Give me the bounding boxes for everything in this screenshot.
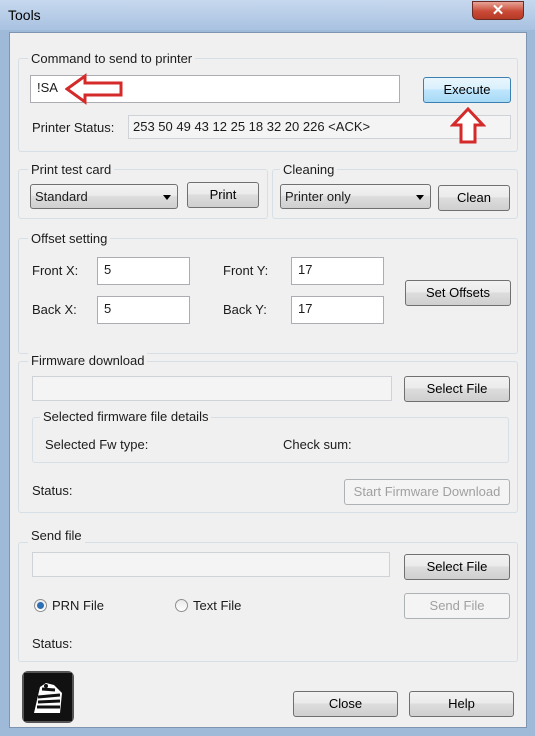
front-y-label: Front Y: <box>223 263 269 278</box>
window-title: Tools <box>8 7 41 23</box>
zebra-logo <box>22 671 74 723</box>
print-button[interactable]: Print <box>187 182 259 208</box>
offset-group-label: Offset setting <box>28 231 111 246</box>
firmware-select-file-button[interactable]: Select File <box>404 376 510 402</box>
firmware-details-label: Selected firmware file details <box>40 409 212 424</box>
text-file-label[interactable]: Text File <box>193 598 241 613</box>
close-icon: ✕ <box>491 2 505 19</box>
checksum-label: Check sum: <box>283 437 352 452</box>
back-x-label: Back X: <box>32 302 77 317</box>
help-button[interactable]: Help <box>409 691 514 717</box>
radio-selected-dot <box>37 602 44 609</box>
cleaning-select-value: Printer only <box>285 189 351 204</box>
firmware-path-input[interactable] <box>32 376 392 401</box>
send-file-group-label: Send file <box>28 528 85 543</box>
text-file-radio[interactable] <box>175 599 188 612</box>
tools-window: Tools ✕ Command to send to printer !SA E… <box>0 0 535 736</box>
clean-button[interactable]: Clean <box>438 185 510 211</box>
title-bar: Tools ✕ <box>0 0 535 30</box>
front-y-input[interactable]: 17 <box>291 257 384 285</box>
send-file-path-input[interactable] <box>32 552 390 577</box>
start-firmware-download-button[interactable]: Start Firmware Download <box>344 479 510 505</box>
arrow-up-icon <box>450 107 486 144</box>
cleaning-group-label: Cleaning <box>280 162 338 177</box>
send-file-status-label: Status: <box>32 636 73 651</box>
execute-button[interactable]: Execute <box>423 77 511 103</box>
front-x-label: Front X: <box>32 263 79 278</box>
test-card-select[interactable]: Standard <box>30 184 178 209</box>
back-y-input[interactable]: 17 <box>291 296 384 324</box>
prn-file-label[interactable]: PRN File <box>52 598 104 613</box>
window-close-button[interactable]: ✕ <box>472 1 524 20</box>
close-button[interactable]: Close <box>293 691 398 717</box>
chevron-down-icon <box>163 195 171 200</box>
firmware-status-label: Status: <box>32 483 73 498</box>
back-x-input[interactable]: 5 <box>97 296 190 324</box>
front-x-input[interactable]: 5 <box>97 257 190 285</box>
fw-type-label: Selected Fw type: <box>45 437 149 452</box>
arrow-left-icon <box>65 73 123 105</box>
dialog-client: Command to send to printer !SA Execute P… <box>9 32 527 728</box>
prn-file-radio[interactable] <box>34 599 47 612</box>
send-file-button[interactable]: Send File <box>404 593 510 619</box>
send-file-select-file-button[interactable]: Select File <box>404 554 510 580</box>
set-offsets-button[interactable]: Set Offsets <box>405 280 511 306</box>
zebra-icon <box>24 673 72 721</box>
command-group-label: Command to send to printer <box>28 51 196 66</box>
chevron-down-icon <box>416 195 424 200</box>
firmware-group-label: Firmware download <box>28 353 148 368</box>
back-y-label: Back Y: <box>223 302 267 317</box>
print-test-group-label: Print test card <box>28 162 115 177</box>
test-card-select-value: Standard <box>35 189 88 204</box>
printer-status-label: Printer Status: <box>32 120 115 135</box>
cleaning-select[interactable]: Printer only <box>280 184 431 209</box>
